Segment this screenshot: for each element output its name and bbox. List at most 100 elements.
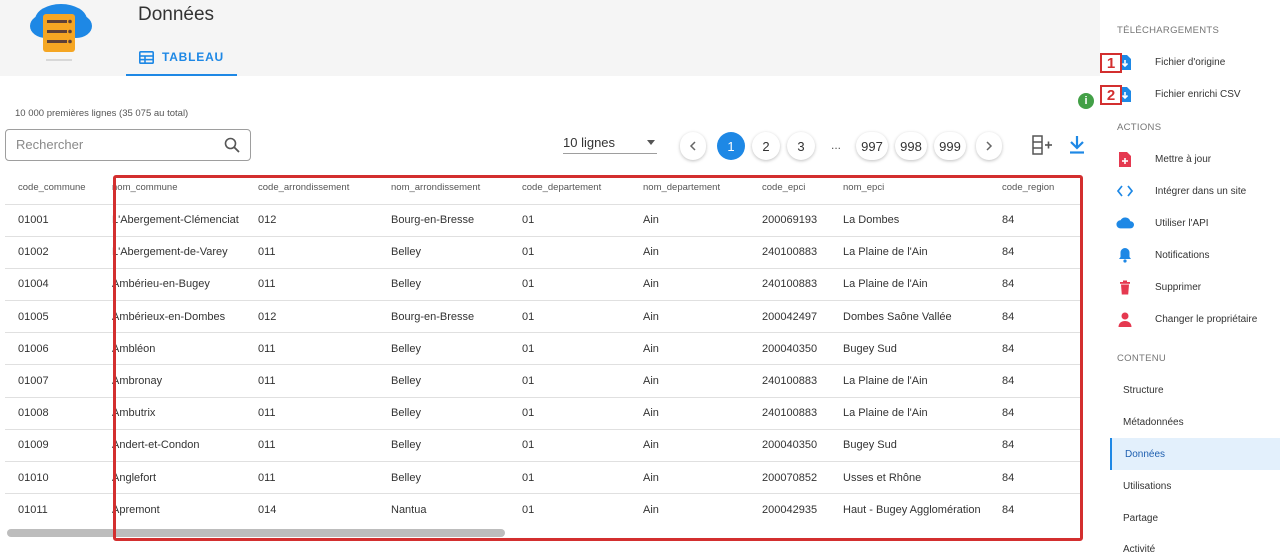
chevron-right-icon <box>986 141 993 151</box>
data-table-container: code_commune nom_commune code_arrondisse… <box>5 172 1080 540</box>
table-cell: 84 <box>1002 267 1080 301</box>
table-cell: 014 <box>258 493 391 526</box>
table-cell: 01006 <box>5 332 112 365</box>
table-cell: Ain <box>643 396 762 430</box>
search-input[interactable] <box>16 137 216 152</box>
table-cell: La Dombes <box>843 203 1002 237</box>
table-cell: 01 <box>522 203 643 237</box>
table-row: 01010 Anglefort 011 Belley 01 Ain 200070852 Uss… <box>5 460 1080 494</box>
change-owner-action[interactable]: Changer le propriétaire <box>1116 307 1280 331</box>
table-cell: 011 <box>258 235 391 269</box>
nav-partage[interactable]: Partage <box>1123 513 1158 524</box>
table-cell: 240100883 <box>762 235 843 269</box>
table-row: 01001 L'Abergement-Clémenciat 012 Bourg-en-… <box>5 203 1080 237</box>
table-cell: Belley <box>391 267 522 301</box>
search-box <box>5 129 251 161</box>
column-header[interactable]: nom_commune <box>112 172 258 204</box>
table-cell: 84 <box>1002 235 1080 269</box>
table-cell: Belley <box>391 235 522 269</box>
trash-icon <box>1116 278 1134 296</box>
table-cell: Bourg-en-Bresse <box>391 203 522 237</box>
lines-per-page-select[interactable]: 10 lignes <box>563 132 657 154</box>
table-cell: 012 <box>258 300 391 333</box>
page-button-999[interactable]: 999 <box>934 132 966 160</box>
table-row: 01011 Apremont 014 Nantua 01 Ain 200042935 Haut… <box>5 493 1080 526</box>
nav-activite[interactable]: Activité <box>1123 544 1155 554</box>
table-row: 01007 Ambronay 011 Belley 01 Ain 240100883 La P… <box>5 364 1080 398</box>
table-cell: Ain <box>643 493 762 526</box>
table-cell: 84 <box>1002 428 1080 462</box>
page-button-998[interactable]: 998 <box>895 132 927 160</box>
table-cell: 84 <box>1002 493 1080 526</box>
data-table: code_commune nom_commune code_arrondisse… <box>5 172 1080 526</box>
annotation-badge-1: 1 <box>1100 53 1122 73</box>
table-cell: 240100883 <box>762 364 843 398</box>
column-header[interactable]: code_commune <box>5 172 112 204</box>
table-cell: 01009 <box>5 428 112 462</box>
delete-label: Supprimer <box>1155 281 1202 293</box>
page-button-2[interactable]: 2 <box>752 132 780 160</box>
download-enriched-label: Fichier enrichi CSV <box>1155 88 1241 100</box>
download-original-label: Fichier d'origine <box>1155 56 1226 68</box>
table-cell: Ain <box>643 235 762 269</box>
change-owner-label: Changer le propriétaire <box>1155 313 1258 325</box>
embed-action[interactable]: Intégrer dans un site <box>1116 179 1280 203</box>
column-header[interactable]: nom_arrondissement <box>391 172 522 204</box>
api-action[interactable]: Utiliser l'API <box>1116 211 1280 235</box>
nav-utilisations[interactable]: Utilisations <box>1123 481 1171 492</box>
download-icon[interactable] <box>1068 135 1086 155</box>
page-button-997[interactable]: 997 <box>856 132 888 160</box>
page-button-1[interactable]: 1 <box>717 132 745 160</box>
table-cell: Ain <box>643 300 762 333</box>
column-header[interactable]: nom_epci <box>843 172 1002 204</box>
table-cell: 01 <box>522 364 643 398</box>
table-row: 01006 Ambléon 011 Belley 01 Ain 200040350 Bugey… <box>5 332 1080 365</box>
content-heading: CONTENU <box>1117 353 1167 364</box>
update-action[interactable]: Mettre à jour <box>1116 147 1280 171</box>
nav-metadonnees[interactable]: Métadonnées <box>1123 417 1184 428</box>
search-icon[interactable] <box>224 137 240 153</box>
next-page-button[interactable] <box>976 132 1002 160</box>
table-cell: 01 <box>522 460 643 494</box>
caret-down-icon <box>647 140 655 145</box>
column-add-icon[interactable] <box>1031 134 1053 156</box>
table-cell: 200042935 <box>762 493 843 526</box>
table-cell: Ambléon <box>112 332 258 365</box>
tab-tableau[interactable]: TABLEAU <box>126 40 237 76</box>
notifications-action[interactable]: Notifications <box>1116 243 1280 267</box>
download-original-file[interactable]: Fichier d'origine <box>1116 50 1280 74</box>
table-cell: 84 <box>1002 332 1080 365</box>
table-cell: Belley <box>391 460 522 494</box>
table-cell: La Plaine de l'Ain <box>843 267 1002 301</box>
file-upload-icon <box>1116 150 1134 168</box>
table-cell: Anglefort <box>112 460 258 494</box>
column-header[interactable]: code_epci <box>762 172 843 204</box>
column-header[interactable]: nom_departement <box>643 172 762 204</box>
prev-page-button[interactable] <box>680 132 706 160</box>
nav-structure[interactable]: Structure <box>1123 385 1164 396</box>
table-cell: 200040350 <box>762 332 843 365</box>
api-label: Utiliser l'API <box>1155 217 1209 229</box>
table-cell: Belley <box>391 332 522 365</box>
embed-label: Intégrer dans un site <box>1155 185 1247 197</box>
table-row: 01004 Ambérieu-en-Bugey 011 Belley 01 Ain 2401… <box>5 267 1080 301</box>
table-cell: 01 <box>522 332 643 365</box>
row-count-text: 10 000 premières lignes (35 075 au total… <box>15 108 189 119</box>
download-enriched-csv[interactable]: Fichier enrichi CSV <box>1116 82 1280 106</box>
downloads-heading: TÉLÉCHARGEMENTS <box>1117 25 1220 36</box>
table-cell: Ambérieu-en-Bugey <box>112 267 258 301</box>
table-cell: 01004 <box>5 267 112 301</box>
column-header[interactable]: code_arrondissement <box>258 172 391 204</box>
nav-donnees[interactable]: Données <box>1125 449 1165 460</box>
table-row: 01008 Ambutrix 011 Belley 01 Ain 240100883 La P… <box>5 396 1080 430</box>
column-header[interactable]: code_region <box>1002 172 1080 204</box>
table-cell: Bugey Sud <box>843 428 1002 462</box>
delete-action[interactable]: Supprimer <box>1116 275 1280 299</box>
table-cell: 84 <box>1002 460 1080 494</box>
info-icon[interactable]: i <box>1078 93 1094 109</box>
table-cell: 01 <box>522 428 643 462</box>
page-button-3[interactable]: 3 <box>787 132 815 160</box>
table-cell: 01011 <box>5 493 112 526</box>
column-header[interactable]: code_departement <box>522 172 643 204</box>
horizontal-scrollbar[interactable] <box>7 529 505 537</box>
